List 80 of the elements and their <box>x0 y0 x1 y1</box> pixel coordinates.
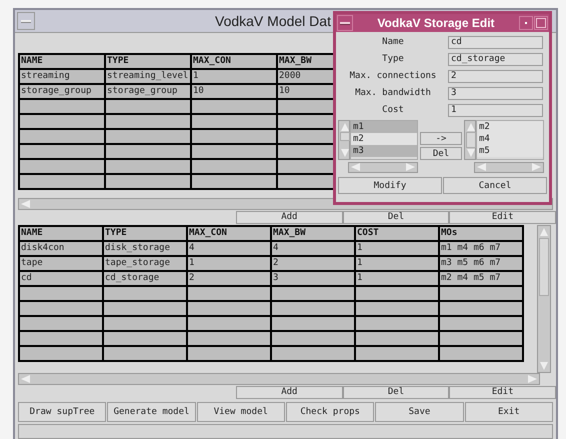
input-field[interactable]: cd_storage <box>448 52 543 66</box>
list-item[interactable]: m1 <box>351 121 417 133</box>
table-cell: cd <box>20 272 104 287</box>
table-cell: 10 <box>278 85 336 100</box>
minimize-button[interactable] <box>519 16 533 30</box>
input-field[interactable]: cd <box>448 36 543 48</box>
table-cell: storage_group <box>106 85 192 100</box>
table-cell: tape <box>20 257 104 272</box>
list-item[interactable]: m5 <box>477 145 543 157</box>
table-cell: 2 <box>188 272 272 287</box>
table-cell: m2 m4 m5 m7 <box>440 272 524 287</box>
action-button[interactable]: Exit <box>464 402 553 422</box>
window-menu-button[interactable] <box>337 15 353 31</box>
list-item[interactable]: m2 <box>351 133 417 145</box>
table-cell: cd_storage <box>104 272 188 287</box>
field-label: Name <box>381 37 405 47</box>
input-field[interactable]: 2 <box>448 70 543 82</box>
column-header: MAX_BW <box>278 55 336 70</box>
field-label: Type <box>381 54 405 64</box>
table-cell: 4 <box>188 242 272 257</box>
list-button[interactable]: Del <box>420 147 462 160</box>
input-field[interactable]: 1 <box>448 104 543 116</box>
column-header: TYPE <box>104 227 188 242</box>
table-button[interactable]: Del <box>342 211 450 224</box>
action-button[interactable]: Draw supTree <box>18 402 106 422</box>
horizontal-scrollbar[interactable] <box>18 373 540 385</box>
table-cell: m1 m4 m6 m7 <box>440 242 524 257</box>
maximize-button[interactable] <box>534 16 548 30</box>
vertical-scrollbar[interactable] <box>338 120 350 160</box>
table-cell: 1 <box>356 257 440 272</box>
table-cell: 2 <box>272 257 356 272</box>
table-cell: 1 <box>188 257 272 272</box>
dialog-button[interactable]: Modify <box>338 177 442 194</box>
window-menu-button[interactable] <box>17 12 35 30</box>
table-cell: streaming_level <box>106 70 192 85</box>
table-cell: 3 <box>272 272 356 287</box>
table-cell: 4 <box>272 242 356 257</box>
table-cell: storage_group <box>20 85 106 100</box>
column-header: COST <box>356 227 440 242</box>
dialog-button[interactable]: Cancel <box>443 177 547 194</box>
input-field[interactable]: 3 <box>448 86 543 100</box>
table-cell: 10 <box>192 85 278 100</box>
table-button[interactable]: Edit <box>449 211 556 224</box>
list-item[interactable]: m4 <box>477 133 543 145</box>
table-cell: 1 <box>356 242 440 257</box>
table-cell: streaming <box>20 70 106 85</box>
column-header: MAX_CON <box>188 227 272 242</box>
table-cell: 1 <box>192 70 278 85</box>
vertical-scrollbar[interactable] <box>537 225 551 373</box>
list-item[interactable]: m3 <box>351 145 417 157</box>
vertical-scrollbar[interactable] <box>464 120 476 160</box>
horizontal-scrollbar[interactable] <box>474 162 544 173</box>
column-header: MAX_CON <box>192 55 278 70</box>
field-label: Max. bandwidth <box>354 88 432 98</box>
table-button[interactable]: Add <box>236 211 343 224</box>
column-header: MOs <box>440 227 524 242</box>
action-button[interactable]: View model <box>196 402 285 422</box>
dialog-title: VodkaV Storage Edit <box>376 16 496 30</box>
column-header: NAME <box>20 55 106 70</box>
field-label: Cost <box>381 105 405 115</box>
action-button[interactable]: Check props <box>286 402 374 422</box>
column-header: NAME <box>20 227 104 242</box>
field-label: Max. connections <box>348 71 438 81</box>
list-item[interactable]: m2 <box>477 121 543 133</box>
table-button[interactable]: Del <box>342 386 450 399</box>
table-cell: disk4con <box>20 242 104 257</box>
table-cell: m3 m5 m6 m7 <box>440 257 524 272</box>
table-button[interactable]: Edit <box>449 386 556 399</box>
action-button[interactable]: Generate model <box>107 402 196 422</box>
window-title: VodkaV Model Dat <box>215 13 331 29</box>
table-cell: 2000 <box>278 70 336 85</box>
horizontal-scrollbar[interactable] <box>348 162 418 173</box>
table-cell: tape_storage <box>104 257 188 272</box>
table-button[interactable]: Add <box>236 386 343 399</box>
column-header: TYPE <box>106 55 192 70</box>
list-button[interactable]: -> <box>420 132 462 145</box>
column-header: MAX_BW <box>272 227 356 242</box>
table-cell: 1 <box>356 272 440 287</box>
table-cell: disk_storage <box>104 242 188 257</box>
action-button[interactable]: Save <box>375 402 464 422</box>
